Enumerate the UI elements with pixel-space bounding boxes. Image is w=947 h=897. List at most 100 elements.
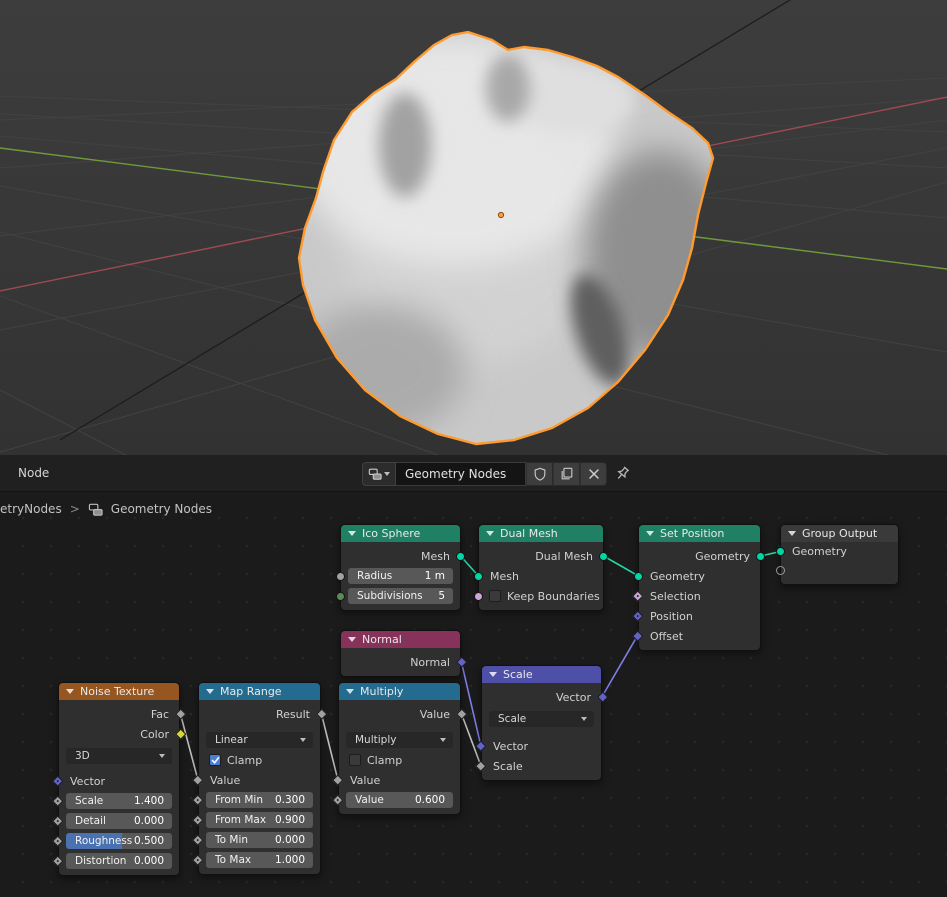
field-value: 0.000: [134, 815, 172, 827]
socket-label: Fac: [59, 708, 179, 721]
socket-ico-sphere-mesh_out[interactable]: [456, 552, 465, 561]
copy-button[interactable]: [553, 462, 580, 486]
socket-map-range-to_min[interactable]: [192, 834, 203, 845]
socket-dual-mesh-mesh[interactable]: [474, 572, 483, 581]
socket-group-output-virtual[interactable]: [776, 566, 785, 575]
map-range-from-max-field[interactable]: From Max0.900: [206, 812, 313, 828]
socket-map-range-to_max[interactable]: [192, 854, 203, 865]
socket-label: Mesh: [479, 570, 519, 583]
scale-dropdown[interactable]: Scale: [489, 711, 594, 727]
input-row: Vector: [59, 771, 179, 791]
chevron-down-icon: [384, 472, 390, 476]
socket-map-range-from_max[interactable]: [192, 814, 203, 825]
browse-node-tree-button[interactable]: [362, 462, 396, 486]
node-dual-mesh[interactable]: Dual MeshDual MeshMeshKeep Boundaries: [478, 524, 604, 611]
unlink-button[interactable]: [580, 462, 607, 486]
socket-noise-texture-scale[interactable]: [52, 795, 63, 806]
value-field-row: To Max 1.000: [199, 850, 320, 870]
ico-sphere-radius-field[interactable]: Radius1 m: [348, 568, 453, 584]
collapse-chevron-icon[interactable]: [66, 689, 74, 694]
socket-ico-sphere-radius[interactable]: [336, 572, 345, 581]
pin-icon[interactable]: [614, 465, 631, 486]
map-range-to-min-field[interactable]: To Min0.000: [206, 832, 313, 848]
collapse-chevron-icon[interactable]: [348, 637, 356, 642]
node-ico-sphere[interactable]: Ico SphereMeshRadius1 mSubdivisions5: [340, 524, 461, 611]
field-value: 5: [438, 590, 453, 602]
value-field-row: From Min0.300: [199, 790, 320, 810]
field-label: Value: [346, 794, 384, 806]
nodes-layer: Ico SphereMeshRadius1 mSubdivisions5Dual…: [0, 492, 947, 897]
field-value: 0.500: [134, 835, 172, 847]
tree-name-input[interactable]: [396, 462, 526, 486]
collapse-chevron-icon[interactable]: [486, 531, 494, 536]
noise-texture-detail-field[interactable]: Detail0.000: [66, 813, 172, 829]
field-value: 0.000: [134, 855, 172, 867]
node-map-range[interactable]: Map RangeResultLinearClampValueFrom Min0…: [198, 682, 321, 875]
node-scale[interactable]: ScaleVectorScaleVectorScale: [481, 665, 602, 781]
socket-multiply-val_field[interactable]: [332, 794, 343, 805]
checkbox-row: Clamp: [339, 750, 460, 770]
map-range-to-max-field[interactable]: To Max 1.000: [206, 852, 313, 868]
input-row: Position: [639, 606, 760, 626]
node-title: Normal: [362, 633, 402, 646]
copy-icon: [560, 467, 574, 481]
node-group-output[interactable]: Group OutputGeometry: [780, 524, 899, 585]
node-menu[interactable]: Node: [18, 455, 49, 492]
value-field-row: Distortion0.000: [59, 851, 179, 871]
noise-texture-roughness-field[interactable]: Roughness0.500: [66, 833, 172, 849]
node-header-map-range: Map Range: [199, 683, 320, 700]
collapse-chevron-icon[interactable]: [346, 689, 354, 694]
socket-noise-texture-detail[interactable]: [52, 815, 63, 826]
socket-dual-mesh-keep_boundaries[interactable]: [474, 592, 483, 601]
multiply-clamp-checkbox[interactable]: [349, 754, 361, 766]
socket-map-range-from_min[interactable]: [192, 794, 203, 805]
node-multiply[interactable]: MultiplyValueMultiplyClampValueValue0.60…: [338, 682, 461, 815]
socket-dual-mesh-out[interactable]: [599, 552, 608, 561]
3d-viewport[interactable]: [0, 0, 947, 455]
socket-label: Mesh: [341, 550, 460, 563]
field-label: To Max: [206, 854, 251, 866]
node-editor-canvas[interactable]: etryNodes > Geometry Nodes Ico SphereMes…: [0, 492, 947, 897]
chevron-down-icon: [159, 754, 165, 758]
output-row: Color: [59, 724, 179, 744]
multiply-value-field[interactable]: Value 0.600: [346, 792, 453, 808]
input-row: Offset: [639, 626, 760, 646]
output-row: Value: [339, 704, 460, 724]
map-range-clamp-checkbox[interactable]: [209, 754, 221, 766]
socket-noise-texture-distortion[interactable]: [52, 855, 63, 866]
collapse-chevron-icon[interactable]: [206, 689, 214, 694]
node-normal[interactable]: NormalNormal: [340, 630, 461, 677]
multiply-dropdown[interactable]: Multiply: [346, 732, 453, 748]
collapse-chevron-icon[interactable]: [348, 531, 356, 536]
field-label: Roughness: [66, 835, 132, 847]
socket-ico-sphere-subdivisions[interactable]: [336, 592, 345, 601]
dual-mesh-keep-boundaries-checkbox[interactable]: [489, 590, 501, 602]
node-title: Map Range: [220, 685, 282, 698]
socket-set-position-geo_out[interactable]: [756, 552, 765, 561]
map-range-dropdown[interactable]: Linear: [206, 732, 313, 748]
noise-texture-scale-field[interactable]: Scale1.400: [66, 793, 172, 809]
input-row: Scale: [482, 756, 601, 776]
field-value: 0.000: [275, 834, 313, 846]
socket-label: Vector: [59, 775, 105, 788]
value-field-row: Roughness0.500: [59, 831, 179, 851]
field-value: 1.000: [275, 854, 313, 866]
input-row: Value: [199, 770, 320, 790]
socket-group-output-geometry[interactable]: [776, 547, 785, 556]
node-set-position[interactable]: Set PositionGeometryGeometrySelectionPos…: [638, 524, 761, 651]
noise-texture-dropdown[interactable]: 3D: [66, 748, 172, 764]
input-row: Geometry: [639, 566, 760, 586]
node-noise-texture[interactable]: Noise TextureFacColor3DVectorScale1.400D…: [58, 682, 180, 876]
socket-noise-texture-roughness[interactable]: [52, 835, 63, 846]
socket-set-position-geo_in[interactable]: [634, 572, 643, 581]
map-range-from-min-field[interactable]: From Min0.300: [206, 792, 313, 808]
collapse-chevron-icon[interactable]: [489, 672, 497, 677]
fake-user-button[interactable]: [526, 462, 553, 486]
node-header-normal: Normal: [341, 631, 460, 648]
collapse-chevron-icon[interactable]: [788, 531, 796, 536]
field-value: 0.600: [415, 794, 453, 806]
input-row: Geometry: [781, 542, 898, 561]
collapse-chevron-icon[interactable]: [646, 531, 654, 536]
ico-sphere-subdivisions-field[interactable]: Subdivisions5: [348, 588, 453, 604]
noise-texture-distortion-field[interactable]: Distortion0.000: [66, 853, 172, 869]
